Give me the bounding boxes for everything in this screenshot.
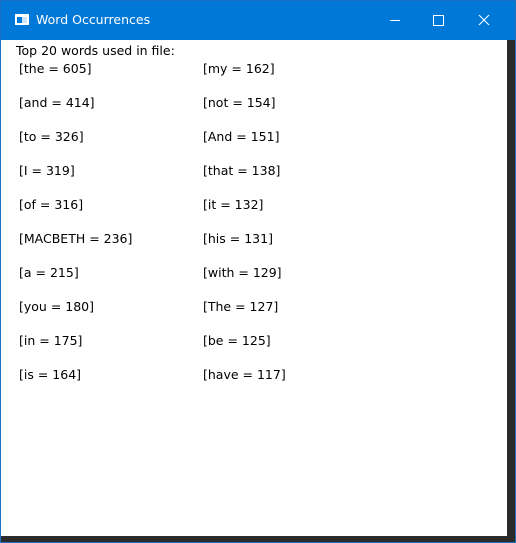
title-bar[interactable]: Word Occurrences bbox=[1, 1, 515, 40]
maximize-button[interactable] bbox=[418, 1, 464, 40]
minimize-button[interactable] bbox=[372, 1, 418, 40]
word-count-entry: [of = 316] bbox=[19, 197, 84, 212]
minimize-icon bbox=[390, 20, 400, 21]
word-count-entry: [not = 154] bbox=[203, 95, 276, 110]
word-count-entry: [a = 215] bbox=[19, 265, 79, 280]
window-title: Word Occurrences bbox=[36, 12, 151, 27]
app-window: Word Occurrences Top 20 words used in fi… bbox=[0, 0, 516, 543]
word-count-entry: [And = 151] bbox=[203, 129, 280, 144]
word-count-entry: [have = 117] bbox=[203, 367, 286, 382]
word-count-entry: [The = 127] bbox=[203, 299, 279, 314]
close-icon bbox=[478, 14, 490, 26]
word-count-entry: [that = 138] bbox=[203, 163, 281, 178]
content-area: Top 20 words used in file: [the = 605] [… bbox=[1, 40, 507, 536]
word-count-entry: [you = 180] bbox=[19, 299, 94, 314]
word-count-entry: [is = 164] bbox=[19, 367, 82, 382]
word-count-entry: [with = 129] bbox=[203, 265, 282, 280]
word-count-entry: [my = 162] bbox=[203, 61, 275, 76]
word-count-entry: [MACBETH = 236] bbox=[19, 231, 133, 246]
word-count-entry: [his = 131] bbox=[203, 231, 273, 246]
app-window-icon[interactable] bbox=[15, 14, 29, 25]
word-count-entry: [and = 414] bbox=[19, 95, 95, 110]
close-button[interactable] bbox=[464, 1, 510, 40]
word-count-entry: [the = 605] bbox=[19, 61, 92, 76]
window-right-edge bbox=[507, 40, 515, 536]
word-count-entry: [to = 326] bbox=[19, 129, 84, 144]
word-count-entry: [I = 319] bbox=[19, 163, 75, 178]
word-count-entry: [it = 132] bbox=[203, 197, 264, 212]
word-count-entry: [in = 175] bbox=[19, 333, 83, 348]
word-count-entry: [be = 125] bbox=[203, 333, 271, 348]
top-words-heading: Top 20 words used in file: bbox=[16, 43, 175, 58]
maximize-icon bbox=[433, 15, 444, 26]
